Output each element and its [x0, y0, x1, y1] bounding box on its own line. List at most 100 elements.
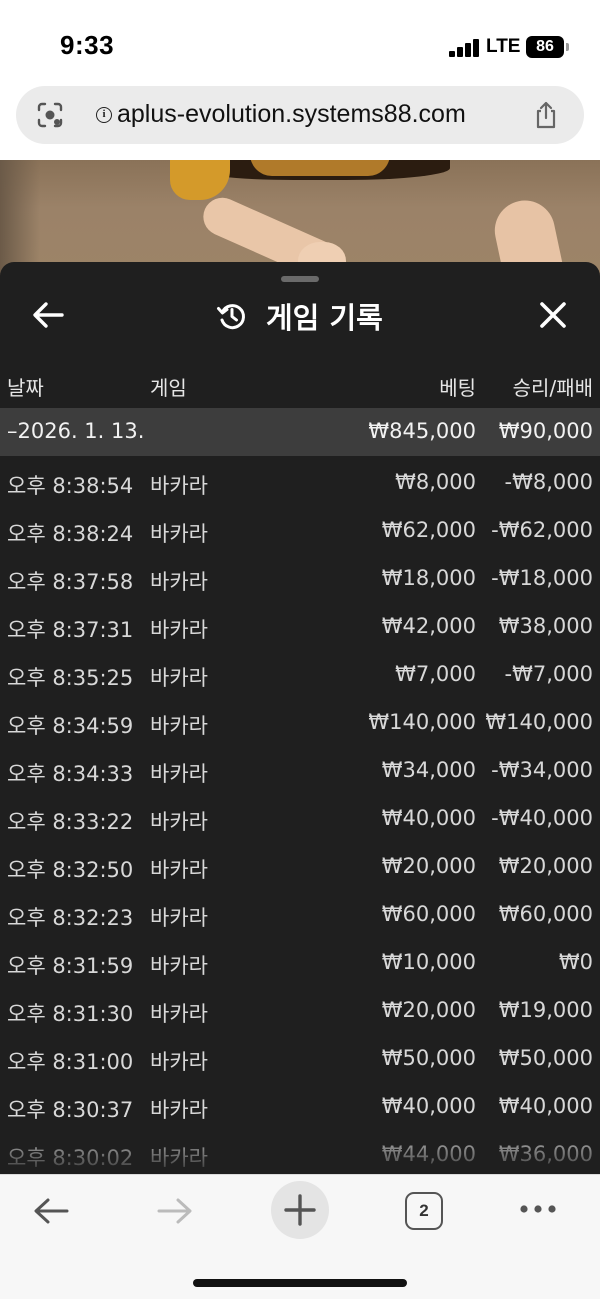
drag-handle[interactable] [281, 276, 319, 282]
table-row[interactable]: 오후 8:35:25 바카라 ₩7,000 -₩7,000 [0, 652, 600, 700]
row-bet: ₩20,000 [381, 998, 476, 1022]
table-row[interactable]: 오후 8:31:30 바카라 ₩20,000 ₩19,000 [0, 988, 600, 1036]
table-row[interactable]: 오후 8:34:33 바카라 ₩34,000 -₩34,000 [0, 748, 600, 796]
table-row[interactable]: 오후 8:31:59 바카라 ₩10,000 ₩0 [0, 940, 600, 988]
column-game[interactable]: 게임 [150, 372, 187, 401]
row-time: 오후 8:37:31 [7, 618, 134, 642]
history-list: 오후 8:38:54 바카라 ₩8,000 -₩8,000 오후 8:38:24 바카라 ₩… [0, 460, 600, 1174]
close-icon[interactable] [536, 298, 570, 332]
row-game: 바카라 [150, 1002, 208, 1026]
forward-arrow-icon[interactable] [154, 1193, 196, 1229]
table-header: 날짜 게임 베팅 승리/패배 [0, 362, 600, 406]
row-time: 오후 8:38:54 [7, 474, 134, 498]
table-row[interactable]: 오후 8:37:31 바카라 ₩42,000 ₩38,000 [0, 604, 600, 652]
column-date[interactable]: 날짜 [7, 372, 44, 401]
row-bet: ₩42,000 [381, 614, 476, 638]
share-icon[interactable] [531, 100, 561, 130]
panel-header: 게임 기록 [216, 296, 383, 336]
row-time: 오후 8:30:02 [7, 1146, 134, 1170]
row-result: ₩40,000 [498, 1094, 593, 1118]
more-icon[interactable] [518, 1203, 558, 1215]
url-text[interactable]: aplus-evolution.systems88.com [117, 100, 466, 129]
row-result: -₩8,000 [504, 470, 593, 494]
row-result: -₩7,000 [504, 662, 593, 686]
table-row[interactable]: 오후 8:33:22 바카라 ₩40,000 -₩40,000 [0, 796, 600, 844]
row-bet: ₩8,000 [395, 470, 476, 494]
column-result[interactable]: 승리/패배 [513, 372, 593, 401]
row-result: ₩140,000 [485, 710, 593, 734]
column-bet[interactable]: 베팅 [439, 372, 476, 401]
status-bar: 9:33 LTE 86 [0, 0, 600, 88]
row-time: 오후 8:32:50 [7, 858, 134, 882]
row-game: 바카라 [150, 906, 208, 930]
back-arrow-icon[interactable] [30, 1193, 72, 1229]
row-game: 바카라 [150, 1146, 208, 1170]
summary-result: ₩90,000 [498, 419, 593, 443]
row-time: 오후 8:33:22 [7, 810, 134, 834]
battery-tip [566, 43, 569, 51]
network-label: LTE [486, 36, 521, 57]
row-result: ₩60,000 [498, 902, 593, 926]
date-summary-row[interactable]: –2026. 1. 13. ₩845,000 ₩90,000 [0, 408, 600, 456]
row-bet: ₩40,000 [381, 806, 476, 830]
row-game: 바카라 [150, 1050, 208, 1074]
table-row[interactable]: 오후 8:34:59 바카라 ₩140,000 ₩140,000 [0, 700, 600, 748]
row-result: ₩20,000 [498, 854, 593, 878]
row-game: 바카라 [150, 1098, 208, 1122]
row-bet: ₩40,000 [381, 1094, 476, 1118]
row-result: ₩19,000 [498, 998, 593, 1022]
row-time: 오후 8:37:58 [7, 570, 134, 594]
table-row[interactable]: 오후 8:38:54 바카라 ₩8,000 -₩8,000 [0, 460, 600, 508]
row-game: 바카라 [150, 714, 208, 738]
row-bet: ₩34,000 [381, 758, 476, 782]
row-bet: ₩18,000 [381, 566, 476, 590]
row-bet: ₩62,000 [381, 518, 476, 542]
status-time: 9:33 [60, 30, 115, 60]
table-row[interactable]: 오후 8:31:00 바카라 ₩50,000 ₩50,000 [0, 1036, 600, 1084]
row-result: -₩62,000 [491, 518, 593, 542]
row-result: ₩38,000 [498, 614, 593, 638]
new-tab-button[interactable] [271, 1181, 329, 1239]
browser-toolbar: 2 [0, 1174, 600, 1299]
lens-icon[interactable] [36, 101, 64, 129]
row-game: 바카라 [150, 666, 208, 690]
row-game: 바카라 [150, 474, 208, 498]
panel-title: 게임 기록 [266, 301, 383, 335]
table-row[interactable]: 오후 8:30:37 바카라 ₩40,000 ₩40,000 [0, 1084, 600, 1132]
row-time: 오후 8:38:24 [7, 522, 134, 546]
row-time: 오후 8:31:59 [7, 954, 134, 978]
row-game: 바카라 [150, 762, 208, 786]
row-time: 오후 8:32:23 [7, 906, 134, 930]
game-history-panel: 게임 기록 날짜 게임 베팅 승리/패배 –2026. 1. 13. ₩845,… [0, 262, 600, 1174]
history-icon [217, 304, 245, 330]
row-bet: ₩50,000 [381, 1046, 476, 1070]
back-arrow-icon[interactable] [28, 298, 68, 332]
tabs-icon[interactable]: 2 [405, 1192, 443, 1230]
row-bet: ₩44,000 [381, 1142, 476, 1166]
battery-icon: 86 [526, 36, 564, 58]
row-game: 바카라 [150, 570, 208, 594]
url-bar[interactable]: i aplus-evolution.systems88.com [16, 86, 584, 144]
row-bet: ₩7,000 [395, 662, 476, 686]
row-result: -₩34,000 [491, 758, 593, 782]
row-bet: ₩60,000 [381, 902, 476, 926]
table-row[interactable]: 오후 8:30:02 바카라 ₩44,000 ₩36,000 [0, 1132, 600, 1174]
info-icon[interactable]: i [96, 107, 112, 123]
row-game: 바카라 [150, 954, 208, 978]
table-row[interactable]: 오후 8:37:58 바카라 ₩18,000 -₩18,000 [0, 556, 600, 604]
table-row[interactable]: 오후 8:38:24 바카라 ₩62,000 -₩62,000 [0, 508, 600, 556]
row-result: ₩0 [558, 950, 593, 974]
row-result: ₩36,000 [498, 1142, 593, 1166]
signal-icon [449, 39, 481, 57]
row-time: 오후 8:30:37 [7, 1098, 134, 1122]
table-row[interactable]: 오후 8:32:23 바카라 ₩60,000 ₩60,000 [0, 892, 600, 940]
row-bet: ₩20,000 [381, 854, 476, 878]
row-time: 오후 8:34:33 [7, 762, 134, 786]
row-game: 바카라 [150, 810, 208, 834]
row-time: 오후 8:31:30 [7, 1002, 134, 1026]
summary-date: –2026. 1. 13. [7, 419, 145, 443]
row-result: ₩50,000 [498, 1046, 593, 1070]
table-row[interactable]: 오후 8:32:50 바카라 ₩20,000 ₩20,000 [0, 844, 600, 892]
row-result: -₩40,000 [491, 806, 593, 830]
row-result: -₩18,000 [491, 566, 593, 590]
